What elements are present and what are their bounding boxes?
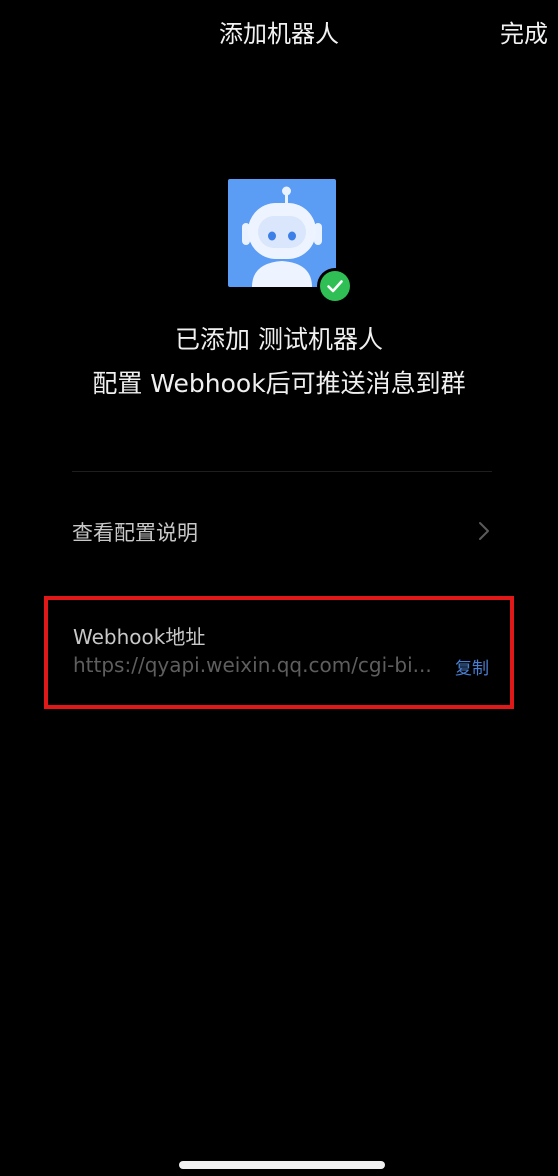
webhook-url-value: https://qyapi.weixin.qq.com/cgi-bi... xyxy=(73,653,432,677)
check-circle-icon xyxy=(320,271,350,301)
divider xyxy=(72,471,492,472)
webhook-address-label: Webhook地址 xyxy=(73,625,206,649)
chevron-right-icon xyxy=(479,522,489,540)
home-indicator xyxy=(179,1161,385,1169)
copy-button[interactable]: 复制 xyxy=(455,654,489,679)
check-badge xyxy=(317,268,353,304)
config-guide-row[interactable]: 查看配置说明 xyxy=(72,505,492,559)
nav-bar: 添加机器人 完成 xyxy=(0,0,558,64)
config-guide-label: 查看配置说明 xyxy=(72,521,198,545)
done-button[interactable]: 完成 xyxy=(500,14,548,49)
webhook-instruction-text: 配置 Webhook后可推送消息到群 xyxy=(92,369,466,398)
added-status-text: 已添加 测试机器人 xyxy=(175,325,383,354)
page-title: 添加机器人 xyxy=(219,20,339,48)
